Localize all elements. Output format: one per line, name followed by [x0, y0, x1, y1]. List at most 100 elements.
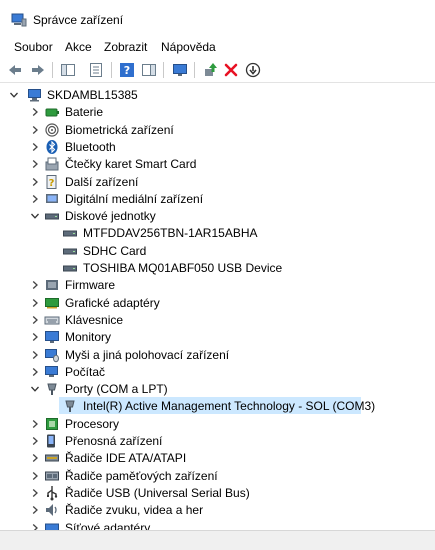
menu-soubor[interactable]: Soubor	[14, 40, 53, 54]
chevron-right-icon[interactable]	[30, 280, 40, 290]
disk-drive-icon	[44, 208, 60, 224]
window-title: Správce zařízení	[33, 13, 124, 27]
chevron-right-icon[interactable]	[30, 125, 40, 135]
tree-category-graficke-adaptery[interactable]: Grafické adaptéry	[0, 294, 435, 311]
update-driver-icon[interactable]	[200, 60, 220, 80]
display-adapter-icon	[44, 295, 60, 311]
chevron-right-icon[interactable]	[30, 436, 40, 446]
menu-zobrazit[interactable]: Zobrazit	[104, 40, 147, 54]
chevron-down-icon[interactable]	[30, 384, 40, 394]
disable-device-icon[interactable]	[243, 60, 263, 80]
properties-sheet-icon[interactable]	[86, 60, 106, 80]
processor-icon	[44, 416, 60, 432]
device-manager-app-icon	[11, 13, 27, 27]
chevron-right-icon[interactable]	[30, 298, 40, 308]
tree-item-label: Síťové adaptéry	[65, 521, 151, 530]
smart-card-reader-icon	[44, 156, 60, 172]
media-device-icon	[44, 191, 60, 207]
chevron-down-icon[interactable]	[9, 90, 19, 100]
port-icon	[62, 398, 78, 414]
tree-item-label: TOSHIBA MQ01ABF050 USB Device	[83, 261, 283, 275]
tree-category-radice-zvuku-videa-a-her[interactable]: Řadiče zvuku, videa a her	[0, 501, 435, 518]
keyboard-icon	[44, 312, 60, 328]
tree-category-radice-usb-universal-serial-bus[interactable]: Řadiče USB (Universal Serial Bus)	[0, 484, 435, 501]
chevron-right-icon[interactable]	[30, 159, 40, 169]
ide-controller-icon	[44, 450, 60, 466]
forward-arrow-icon[interactable]	[28, 60, 48, 80]
action-pane-icon[interactable]	[139, 60, 159, 80]
fingerprint-icon	[44, 122, 60, 138]
chevron-right-icon[interactable]	[30, 523, 40, 530]
chevron-right-icon[interactable]	[30, 505, 40, 515]
firmware-icon	[44, 277, 60, 293]
tree-category-porty-com-a-lpt[interactable]: Porty (COM a LPT)	[0, 380, 435, 397]
tree-category-firmware[interactable]: Firmware	[0, 276, 435, 293]
tree-category-radice-ide-ata-atapi[interactable]: Řadiče IDE ATA/ATAPI	[0, 449, 435, 466]
tree-category-mysi-a-jina-polohovaci-zarizeni[interactable]: Myši a jiná polohovací zařízení	[0, 346, 435, 363]
tree-item-label: Přenosná zařízení	[65, 434, 163, 448]
tree-category-radice-pametovych-zarizeni[interactable]: Řadiče paměťových zařízení	[0, 467, 435, 484]
chevron-right-icon[interactable]	[30, 350, 40, 360]
tree-item-label: Řadiče paměťových zařízení	[65, 469, 218, 483]
help-icon[interactable]: ?	[117, 60, 137, 80]
chevron-right-icon[interactable]	[30, 315, 40, 325]
tree-item-label: SDHC Card	[83, 244, 147, 258]
tree-category-sitove-adaptery[interactable]: Síťové adaptéry	[0, 519, 435, 530]
tree-item-label: Monitory	[65, 330, 112, 344]
chevron-right-icon[interactable]	[30, 453, 40, 463]
sound-icon	[44, 502, 60, 518]
tree-category-baterie[interactable]: Baterie	[0, 103, 435, 120]
show-hide-console-tree-icon[interactable]	[58, 60, 78, 80]
tree-device-mtfddav256tbn-1ar15abha[interactable]: MTFDDAV256TBN-1AR15ABHA	[0, 224, 435, 241]
tree-category-procesory[interactable]: Procesory	[0, 415, 435, 432]
mouse-icon	[44, 347, 60, 363]
tree-category-prenosna-zarizeni[interactable]: Přenosná zařízení	[0, 432, 435, 449]
back-arrow-icon[interactable]	[5, 60, 25, 80]
menu-akce[interactable]: Akce	[65, 40, 92, 54]
tree-item-label: Grafické adaptéry	[65, 296, 160, 310]
tree-item-label: Firmware	[65, 278, 115, 292]
chevron-right-icon[interactable]	[30, 419, 40, 429]
tree-category-diskove-jednotky[interactable]: Diskové jednotky	[0, 207, 435, 224]
monitor-icon	[44, 329, 60, 345]
svg-text:?: ?	[49, 178, 55, 189]
tree-item-label: Intel(R) Active Management Technology - …	[83, 399, 376, 413]
chevron-right-icon[interactable]	[30, 471, 40, 481]
chevron-down-icon[interactable]	[30, 211, 40, 221]
uninstall-device-icon[interactable]	[221, 60, 241, 80]
tree-item-label: Procesory	[65, 417, 120, 431]
tree-category-pocitac[interactable]: Počítač	[0, 363, 435, 380]
device-tree[interactable]: SKDAMBL15385 Baterie Biometrická zařízení…	[0, 84, 435, 530]
tree-device-intel-r-active-management-technology-sol-com3[interactable]: Intel(R) Active Management Technology - …	[59, 397, 375, 414]
tree-item-label: Porty (COM a LPT)	[65, 382, 168, 396]
tree-category-digitalni-medialni-zarizeni[interactable]: Digitální mediální zařízení	[0, 190, 435, 207]
tree-root[interactable]: SKDAMBL15385	[0, 86, 435, 103]
chevron-right-icon[interactable]	[30, 142, 40, 152]
menu-napoveda[interactable]: Nápověda	[161, 40, 216, 54]
tree-category-bluetooth[interactable]: Bluetooth	[0, 138, 435, 155]
chevron-right-icon[interactable]	[30, 332, 40, 342]
chevron-right-icon[interactable]	[30, 488, 40, 498]
svg-text:?: ?	[124, 64, 130, 77]
title-bar: Správce zařízení	[0, 0, 435, 38]
tree-category-klavesnice[interactable]: Klávesnice	[0, 311, 435, 328]
tree-category-monitory[interactable]: Monitory	[0, 328, 435, 345]
tree-item-label: Řadiče IDE ATA/ATAPI	[65, 451, 187, 465]
tree-category-dalsi-zarizeni[interactable]: ? Další zařízení	[0, 173, 435, 190]
tree-device-toshiba-mq01abf050-usb-device[interactable]: TOSHIBA MQ01ABF050 USB Device	[0, 259, 435, 276]
chevron-right-icon[interactable]	[30, 367, 40, 377]
chevron-right-icon[interactable]	[30, 177, 40, 187]
disk-drive-icon	[62, 243, 78, 259]
tree-category-biometricka-zarizeni[interactable]: Biometrická zařízení	[0, 121, 435, 138]
tree-item-label: Biometrická zařízení	[65, 123, 174, 137]
tree-category-ctecky-karet-smart-card[interactable]: Čtečky karet Smart Card	[0, 155, 435, 172]
chevron-right-icon[interactable]	[30, 194, 40, 204]
toolbar: ?	[0, 57, 435, 83]
port-icon	[44, 381, 60, 397]
tree-device-sdhc-card[interactable]: SDHC Card	[0, 242, 435, 259]
tree-item-label: Klávesnice	[65, 313, 124, 327]
chevron-right-icon[interactable]	[30, 107, 40, 117]
scan-hardware-monitor-icon[interactable]	[170, 60, 190, 80]
tree-item-label: Myši a jiná polohovací zařízení	[65, 348, 230, 362]
network-adapter-icon	[44, 520, 60, 530]
